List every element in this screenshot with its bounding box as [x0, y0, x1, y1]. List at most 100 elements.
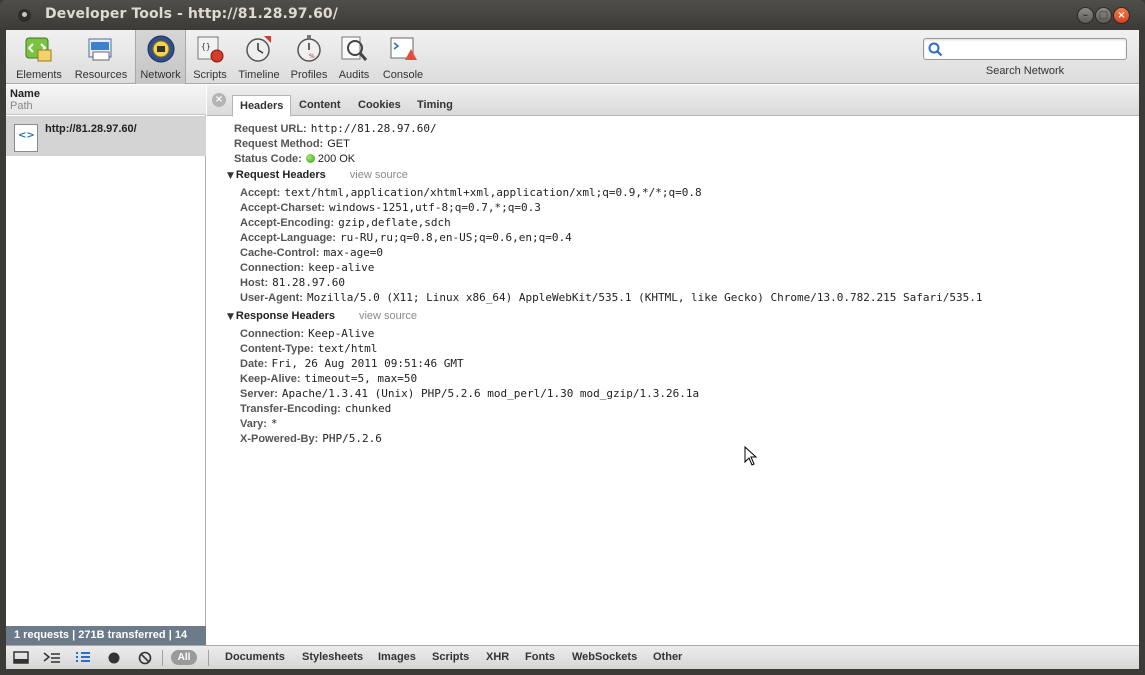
header-key: Accept: — [240, 187, 281, 199]
document-icon: <> — [14, 124, 38, 152]
request-headers-section[interactable]: ▼ Request Headers view source — [227, 168, 408, 181]
header-value: PHP/5.2.6 — [322, 432, 382, 445]
request-url-row: Request URL: http://81.28.97.60/ — [234, 122, 437, 135]
search-network-box[interactable] — [923, 38, 1127, 60]
header-row: Connection: keep-alive — [240, 261, 374, 274]
toolbar-timeline[interactable]: Timeline — [234, 30, 284, 84]
toolbar-elements[interactable]: Elements — [14, 30, 64, 84]
maximize-button[interactable]: □ — [1095, 7, 1112, 24]
tab-content[interactable]: Content — [292, 95, 348, 116]
large-rows-icon[interactable] — [72, 649, 94, 667]
header-key: User-Agent: — [240, 292, 303, 304]
header-row: Date: Fri, 26 Aug 2011 09:51:46 GMT — [240, 357, 464, 370]
filter-other[interactable]: Other — [653, 651, 682, 663]
elements-icon — [25, 37, 52, 62]
filter-websockets[interactable]: WebSockets — [572, 651, 637, 663]
window-menu-icon[interactable] — [18, 9, 31, 22]
tab-timing[interactable]: Timing — [410, 95, 460, 116]
header-row: Accept-Charset: windows-1251,utf-8;q=0.7,… — [240, 201, 541, 214]
toolbar-network[interactable]: Network — [135, 30, 186, 84]
audits-icon — [341, 36, 368, 61]
toolbar-label: Profiles — [290, 69, 328, 81]
disclosure-triangle-icon: ▼ — [227, 171, 234, 181]
header-key: Server: — [240, 388, 278, 400]
status-ok-icon — [305, 154, 315, 163]
console-icon — [390, 37, 417, 60]
header-value: Mozilla/5.0 (X11; Linux x86_64) AppleWeb… — [306, 291, 983, 304]
header-row: User-Agent: Mozilla/5.0 (X11; Linux x86_6… — [240, 291, 982, 304]
toolbar-label: Elements — [16, 69, 62, 81]
header-key: Request Method: — [234, 138, 324, 150]
scripts-icon: {} — [197, 36, 224, 63]
devtools-window: Developer Tools - http://81.28.97.60/ – … — [0, 0, 1145, 675]
requests-column-header[interactable]: Name Path — [6, 85, 206, 115]
request-detail-panel: × Headers Content Cookies Timing Request… — [207, 85, 1139, 645]
header-key: Connection: — [240, 262, 305, 274]
header-value: text/html — [317, 342, 378, 355]
filter-all[interactable]: All — [171, 650, 197, 665]
toolbar-console[interactable]: Console — [378, 30, 428, 84]
toolbar-resources[interactable]: Resources — [70, 30, 132, 84]
filter-images[interactable]: Images — [378, 651, 416, 663]
detail-tabs-bar: × Headers Content Cookies Timing — [207, 85, 1139, 117]
tab-headers[interactable]: Headers — [232, 95, 292, 117]
console-toggle-icon[interactable] — [41, 649, 63, 667]
filter-xhr[interactable]: XHR — [486, 651, 509, 663]
header-value: timeout=5, max=50 — [304, 372, 418, 385]
toolbar-scripts[interactable]: {} Scripts — [188, 30, 232, 84]
timeline-icon — [246, 36, 271, 62]
record-icon[interactable] — [103, 649, 125, 667]
dock-icon[interactable] — [10, 649, 32, 667]
section-title: Response Headers — [235, 310, 335, 322]
search-label: Search Network — [985, 65, 1065, 77]
devtools-content: Elements Resources Network {} Scripts Ti… — [6, 30, 1139, 669]
panel-toolbar: Elements Resources Network {} Scripts Ti… — [6, 30, 1139, 84]
section-title: Request Headers — [235, 169, 326, 181]
header-key: Keep-Alive: — [240, 373, 301, 385]
filter-documents[interactable]: Documents — [225, 651, 285, 663]
header-value: Fri, 26 Aug 2011 09:51:46 GMT — [271, 357, 464, 370]
view-source-link[interactable]: view source — [350, 169, 408, 181]
header-value: http://81.28.97.60/ — [310, 122, 437, 135]
response-headers-section[interactable]: ▼ Response Headers view source — [227, 309, 417, 322]
filter-stylesheets[interactable]: Stylesheets — [302, 651, 363, 663]
header-value: GET — [327, 138, 350, 150]
request-name: http://81.28.97.60/ — [45, 123, 137, 135]
search-icon — [928, 42, 943, 57]
toolbar-audits[interactable]: Audits — [334, 30, 374, 84]
close-window-button[interactable]: × — [1113, 7, 1130, 24]
tab-cookies[interactable]: Cookies — [351, 95, 408, 116]
name-column-label: Name — [10, 88, 40, 100]
path-column-label: Path — [10, 100, 33, 112]
disclosure-triangle-icon: ▼ — [227, 312, 234, 322]
window-title: Developer Tools - http://81.28.97.60/ — [45, 6, 338, 22]
toolbar-label: Network — [140, 69, 181, 81]
minimize-button[interactable]: – — [1077, 7, 1094, 24]
header-value: text/html,application/xhtml+xml,applicat… — [284, 186, 702, 199]
toolbar-profiles[interactable]: % Profiles — [286, 30, 332, 84]
search-input[interactable] — [946, 41, 1122, 57]
header-row: Accept-Encoding: gzip,deflate,sdch — [240, 216, 451, 229]
status-code-row: Status Code: 200 OK — [234, 152, 355, 165]
header-key: Date: — [240, 358, 268, 370]
header-key: Vary: — [240, 418, 267, 430]
divider — [208, 650, 209, 666]
toolbar-label: Timeline — [238, 69, 280, 81]
header-row: Connection: Keep-Alive — [240, 327, 374, 340]
header-key: Accept-Charset: — [240, 202, 325, 214]
toolbar-label: Resources — [74, 69, 128, 81]
filter-fonts[interactable]: Fonts — [525, 651, 555, 663]
profiles-icon: % — [297, 35, 321, 62]
header-row: Keep-Alive: timeout=5, max=50 — [240, 372, 417, 385]
clear-icon[interactable] — [134, 649, 156, 667]
svg-text:%: % — [309, 53, 315, 60]
request-method-row: Request Method: GET — [234, 137, 350, 150]
close-detail-icon[interactable]: × — [212, 93, 226, 107]
header-row: Accept-Language: ru-RU,ru;q=0.8,en-US;q=0… — [240, 231, 572, 244]
request-row[interactable]: <> http://81.28.97.60/ — [6, 116, 206, 156]
view-source-link[interactable]: view source — [359, 310, 417, 322]
header-key: Request URL: — [234, 123, 307, 135]
requests-sidebar: Name Path <> http://81.28.97.60/ 1 reque… — [6, 85, 206, 669]
filter-scripts[interactable]: Scripts — [432, 651, 469, 663]
header-row: Accept: text/html,application/xhtml+xml,a… — [240, 186, 702, 199]
